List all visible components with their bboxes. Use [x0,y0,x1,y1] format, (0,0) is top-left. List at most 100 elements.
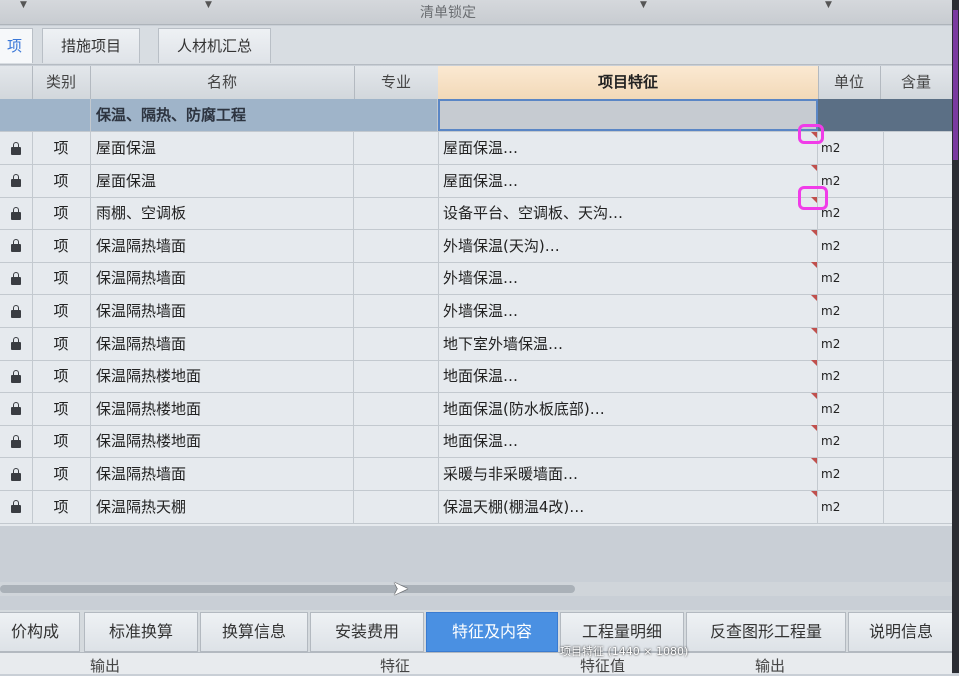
unit-cell[interactable]: m2 [818,392,884,425]
table-row[interactable]: 项保温隔热楼地面 地面保温… m2 [0,360,953,394]
dropdown-caret-icon[interactable]: ▼ [640,0,647,10]
type-cell[interactable]: 项 [32,360,91,393]
tab-description-info[interactable]: 说明信息 [848,612,954,652]
table-row[interactable]: 项保温隔热墙面 外墙保温… m2 [0,295,953,328]
tab-items[interactable]: 项 [0,28,34,63]
name-cell[interactable]: 保温隔热墙面 [90,458,354,490]
table-row[interactable]: 项保温隔热墙面 外墙保温(天沟)… m2 [0,229,953,263]
unit-cell[interactable]: m2 [818,262,884,295]
header-content[interactable]: 含量 [880,66,953,99]
content-cell[interactable] [880,197,953,230]
content-cell[interactable] [880,327,953,360]
feature-cell[interactable]: 地面保温… [438,360,818,393]
horizontal-scrollbar[interactable] [0,582,952,596]
type-cell[interactable]: 项 [32,458,91,490]
type-cell[interactable]: 项 [32,490,91,523]
scrollbar-thumb[interactable] [0,585,575,593]
name-cell[interactable]: 屋面保温 [90,164,354,197]
specialty-cell[interactable] [354,197,439,230]
feature-cell[interactable]: 采暖与非采暖墙面… [438,458,818,490]
content-cell[interactable] [880,262,953,295]
specialty-cell[interactable] [354,327,439,360]
type-cell[interactable]: 项 [32,229,91,262]
header-unit[interactable]: 单位 [818,66,881,99]
name-cell[interactable]: 屋面保温 [90,132,354,164]
specialty-cell[interactable] [354,295,439,327]
header-specialty[interactable]: 专业 [354,66,439,99]
content-cell[interactable] [880,229,953,262]
type-cell[interactable]: 项 [32,425,91,458]
feature-cell[interactable]: 保温天棚(棚温4改)… [438,490,818,523]
feature-cell[interactable]: 外墙保温(天沟)… [438,229,818,262]
name-cell[interactable]: 保温隔热墙面 [90,229,354,262]
specialty-cell[interactable] [354,360,439,393]
type-cell[interactable]: 项 [32,132,91,164]
tab-standard-conversion[interactable]: 标准换算 [84,612,198,652]
name-cell[interactable]: 保温隔热墙面 [90,327,354,360]
specialty-cell[interactable] [354,229,439,262]
type-cell[interactable]: 项 [32,197,91,230]
content-cell[interactable] [880,490,953,523]
feature-cell[interactable]: 设备平台、空调板、天沟… [438,197,818,230]
unit-cell[interactable]: m2 [818,425,884,458]
unit-cell[interactable]: m2 [818,490,884,523]
name-cell[interactable]: 雨棚、空调板 [90,197,354,230]
header-feature[interactable]: 项目特征 [438,66,819,99]
unit-cell[interactable]: m2 [818,360,884,393]
type-cell[interactable]: 项 [32,327,91,360]
feature-cell[interactable]: 外墙保温… [438,295,818,327]
feature-cell[interactable]: 屋面保温… [438,164,818,197]
table-row[interactable]: 项保温隔热楼地面 地面保温… m2 [0,425,953,459]
dropdown-caret-icon[interactable]: ▼ [205,0,212,10]
content-cell[interactable] [880,164,953,197]
table-row[interactable]: 项保温隔热楼地面 地面保温(防水板底部)… m2 [0,392,953,426]
tab-labor-material-summary[interactable]: 人材机汇总 [158,28,272,63]
content-cell[interactable] [880,295,953,327]
table-row[interactable]: 项保温隔热墙面 采暖与非采暖墙面… m2 [0,458,953,491]
content-cell[interactable] [880,132,953,164]
group-feature-cell[interactable] [438,99,818,131]
feature-cell[interactable]: 屋面保温… [438,132,818,164]
content-cell[interactable] [880,392,953,425]
unit-cell[interactable]: m2 [818,458,884,490]
table-row[interactable]: 项保温隔热墙面 地下室外墙保温… m2 [0,327,953,361]
specialty-cell[interactable] [354,490,439,523]
unit-cell[interactable]: m2 [818,327,884,360]
dropdown-caret-icon[interactable]: ▼ [825,0,832,10]
header-name[interactable]: 名称 [90,66,355,99]
name-cell[interactable]: 保温隔热天棚 [90,490,354,523]
tab-price-composition[interactable]: 价构成 [0,612,80,652]
feature-cell[interactable]: 外墙保温… [438,262,818,295]
name-cell[interactable]: 保温隔热墙面 [90,262,354,295]
feature-cell[interactable]: 地面保温(防水板底部)… [438,392,818,425]
tab-installation-cost[interactable]: 安装费用 [310,612,424,652]
name-cell[interactable]: 保温隔热楼地面 [90,360,354,393]
unit-cell[interactable]: m2 [818,132,884,164]
specialty-cell[interactable] [354,392,439,425]
name-cell[interactable]: 保温隔热楼地面 [90,425,354,458]
type-cell[interactable]: 项 [32,392,91,425]
type-cell[interactable]: 项 [32,262,91,295]
unit-cell[interactable]: m2 [818,295,884,327]
tab-conversion-info[interactable]: 换算信息 [200,612,308,652]
specialty-cell[interactable] [354,164,439,197]
type-cell[interactable]: 项 [32,164,91,197]
specialty-cell[interactable] [354,262,439,295]
feature-cell[interactable]: 地下室外墙保温… [438,327,818,360]
name-cell[interactable]: 保温隔热墙面 [90,295,354,327]
table-row[interactable]: 项保温隔热墙面 外墙保温… m2 [0,262,953,296]
list-lock-button[interactable]: 清单锁定 [420,2,476,22]
content-cell[interactable] [880,360,953,393]
content-cell[interactable] [880,458,953,490]
content-cell[interactable] [880,425,953,458]
specialty-cell[interactable] [354,458,439,490]
tab-features-content[interactable]: 特征及内容 [426,612,558,652]
unit-cell[interactable]: m2 [818,229,884,262]
specialty-cell[interactable] [354,425,439,458]
specialty-cell[interactable] [354,132,439,164]
feature-cell[interactable]: 地面保温… [438,425,818,458]
tab-measures[interactable]: 措施项目 [42,28,141,63]
type-cell[interactable]: 项 [32,295,91,327]
name-cell[interactable]: 保温隔热楼地面 [90,392,354,425]
table-row[interactable]: 项保温隔热天棚 保温天棚(棚温4改)… m2 [0,490,953,524]
